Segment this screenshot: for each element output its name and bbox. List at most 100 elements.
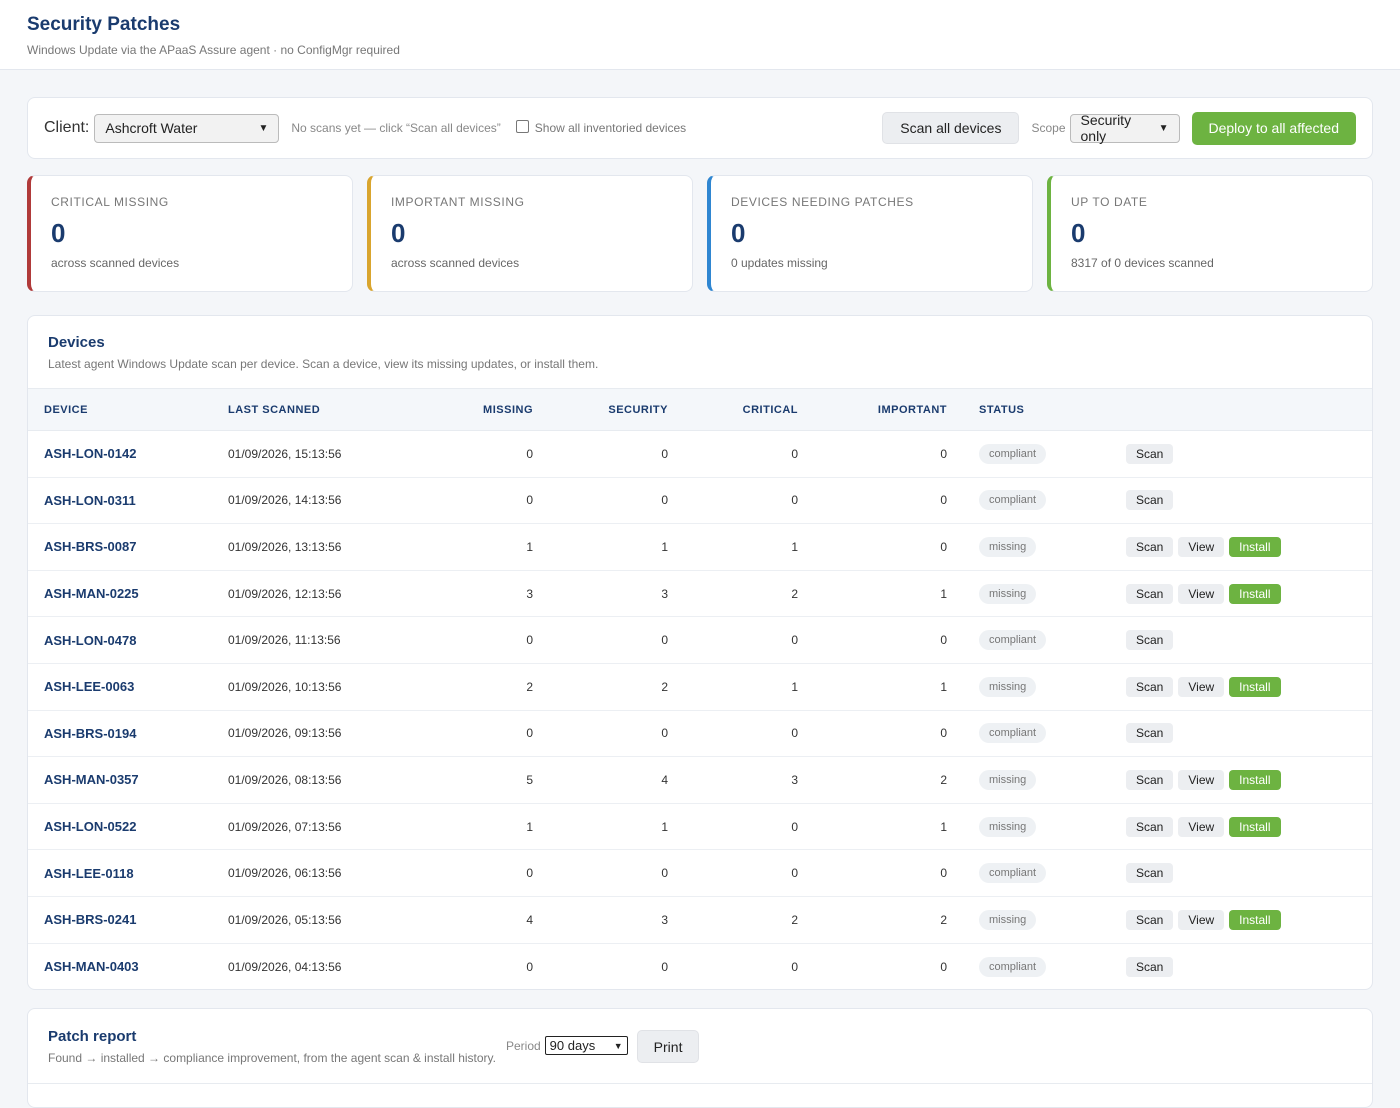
missing-cell: 5 <box>526 772 533 787</box>
actions-cell: Scan View Install <box>1126 803 1372 850</box>
critical-cell: 2 <box>791 912 798 927</box>
scan-device-button[interactable]: Scan <box>1126 723 1174 744</box>
scan-device-button[interactable]: Scan <box>1126 536 1174 557</box>
view-updates-button[interactable]: View <box>1178 676 1225 697</box>
important-cell: 0 <box>940 866 947 881</box>
column-header-last-scanned: LAST SCANNED <box>228 403 321 416</box>
column-header-device: DEVICE <box>44 403 88 416</box>
security-cell: 0 <box>661 866 668 881</box>
card-subtext: 8317 of 0 devices scanned <box>1071 256 1214 270</box>
period-select-value: 90 days <box>549 1038 596 1053</box>
device-cell: ASH-LON-0478 <box>28 617 228 664</box>
scan-device-button[interactable]: Scan <box>1126 909 1174 930</box>
device-link[interactable]: ASH-LEE-0063 <box>44 679 134 694</box>
device-link[interactable]: ASH-LON-0311 <box>44 493 136 508</box>
actions-cell: Scan View Install <box>1126 663 1372 710</box>
device-cell: ASH-BRS-0194 <box>28 710 228 757</box>
scan-device-button[interactable]: Scan <box>1126 863 1174 884</box>
device-link[interactable]: ASH-BRS-0087 <box>44 539 136 554</box>
scope-select[interactable]: Security only ▼ <box>1069 112 1180 144</box>
actions-cell: Scan <box>1126 617 1372 664</box>
actions-cell: Scan <box>1126 850 1372 897</box>
show-all-checkbox[interactable] <box>515 119 529 133</box>
critical-cell: 3 <box>791 772 798 787</box>
install-updates-button[interactable]: Install <box>1229 769 1281 790</box>
column-header-actions <box>1126 389 1372 431</box>
install-updates-button[interactable]: Install <box>1229 536 1281 557</box>
install-updates-button[interactable]: Install <box>1229 676 1281 697</box>
actions-cell: Scan <box>1126 943 1372 989</box>
table-row: ASH-MAN-0403 01/09/2026, 04:13:56 0 0 0 0 comp… <box>28 943 1372 989</box>
install-updates-button[interactable]: Install <box>1229 816 1281 837</box>
table-row: ASH-LON-0142 01/09/2026, 15:13:56 0 0 0 0 comp… <box>28 431 1372 478</box>
scan-device-button[interactable]: Scan <box>1126 443 1174 464</box>
status-badge: compliant <box>979 443 1047 464</box>
print-button[interactable]: Print <box>636 1030 700 1063</box>
status-cell: missing <box>947 757 1126 804</box>
column-header-critical: CRITICAL <box>742 403 798 416</box>
last-scanned-cell: 01/09/2026, 12:13:56 <box>228 586 342 601</box>
device-link[interactable]: ASH-MAN-0403 <box>44 959 139 974</box>
last-scanned-cell: 01/09/2026, 07:13:56 <box>228 819 342 834</box>
client-select[interactable]: Ashcroft Water ▼ <box>94 113 280 143</box>
device-link[interactable]: ASH-LON-0478 <box>44 633 136 648</box>
view-updates-button[interactable]: View <box>1178 816 1225 837</box>
last-scanned-cell: 01/09/2026, 05:13:56 <box>228 912 342 927</box>
view-updates-button[interactable]: View <box>1178 909 1225 930</box>
last-scanned-cell: 01/09/2026, 15:13:56 <box>228 446 342 461</box>
install-updates-button[interactable]: Install <box>1229 583 1281 604</box>
scan-device-button[interactable]: Scan <box>1126 816 1174 837</box>
critical-cell: 1 <box>791 679 798 694</box>
table-row: ASH-BRS-0241 01/09/2026, 05:13:56 4 3 2 2 miss… <box>28 896 1372 944</box>
security-cell: 0 <box>661 726 668 741</box>
critical-cell: 1 <box>791 539 798 554</box>
critical-cell: 0 <box>791 446 798 461</box>
missing-cell: 3 <box>526 586 533 601</box>
devices-subtitle: Latest agent Windows Update scan per dev… <box>48 357 599 371</box>
device-link[interactable]: ASH-MAN-0357 <box>44 772 139 787</box>
device-link[interactable]: ASH-LON-0142 <box>44 446 136 461</box>
status-badge: missing <box>979 583 1037 604</box>
scan-device-button[interactable]: Scan <box>1126 583 1174 604</box>
critical-cell: 0 <box>791 866 798 881</box>
view-updates-button[interactable]: View <box>1178 769 1225 790</box>
status-cell: missing <box>947 803 1126 850</box>
important-cell: 0 <box>940 493 947 508</box>
actions-cell: Scan View Install <box>1126 896 1372 943</box>
security-cell: 3 <box>661 586 668 601</box>
scan-device-button[interactable]: Scan <box>1126 769 1174 790</box>
missing-cell: 0 <box>526 493 533 508</box>
status-badge: missing <box>979 909 1037 930</box>
divider <box>28 1083 1372 1084</box>
status-cell: missing <box>947 570 1126 617</box>
scan-device-button[interactable]: Scan <box>1126 490 1174 511</box>
last-scanned-cell: 01/09/2026, 06:13:56 <box>228 866 342 881</box>
table-row: ASH-LON-0522 01/09/2026, 07:13:56 1 1 0 1 miss… <box>28 803 1372 850</box>
view-updates-button[interactable]: View <box>1178 583 1225 604</box>
device-link[interactable]: ASH-BRS-0194 <box>44 726 136 741</box>
show-all-label[interactable]: Show all inventoried devices <box>535 121 686 135</box>
view-updates-button[interactable]: View <box>1178 536 1225 557</box>
last-scanned-cell: 01/09/2026, 10:13:56 <box>228 679 342 694</box>
install-updates-button[interactable]: Install <box>1229 909 1281 930</box>
security-cell: 4 <box>661 772 668 787</box>
status-badge: missing <box>979 816 1037 837</box>
scan-device-button[interactable]: Scan <box>1126 676 1174 697</box>
device-link[interactable]: ASH-LEE-0118 <box>44 866 134 881</box>
scan-device-button[interactable]: Scan <box>1126 956 1174 977</box>
last-scanned-cell: 01/09/2026, 13:13:56 <box>228 539 342 554</box>
scan-device-button[interactable]: Scan <box>1126 630 1174 651</box>
scan-all-button[interactable]: Scan all devices <box>882 112 1020 144</box>
card-label: UP TO DATE <box>1071 195 1148 209</box>
device-link[interactable]: ASH-MAN-0225 <box>44 586 139 601</box>
status-badge: missing <box>979 769 1037 790</box>
device-link[interactable]: ASH-LON-0522 <box>44 819 136 834</box>
device-link[interactable]: ASH-BRS-0241 <box>44 912 136 927</box>
actions-cell: Scan View Install <box>1126 524 1372 571</box>
period-select[interactable]: 90 days ▼ <box>544 1036 628 1055</box>
report-subtitle: Found → installed → compliance improveme… <box>48 1051 496 1065</box>
status-cell: compliant <box>947 477 1126 524</box>
page-subtitle: Windows Update via the APaaS Assure agen… <box>27 43 400 57</box>
deploy-all-button[interactable]: Deploy to all affected <box>1191 111 1356 145</box>
device-cell: ASH-MAN-0357 <box>28 757 228 804</box>
